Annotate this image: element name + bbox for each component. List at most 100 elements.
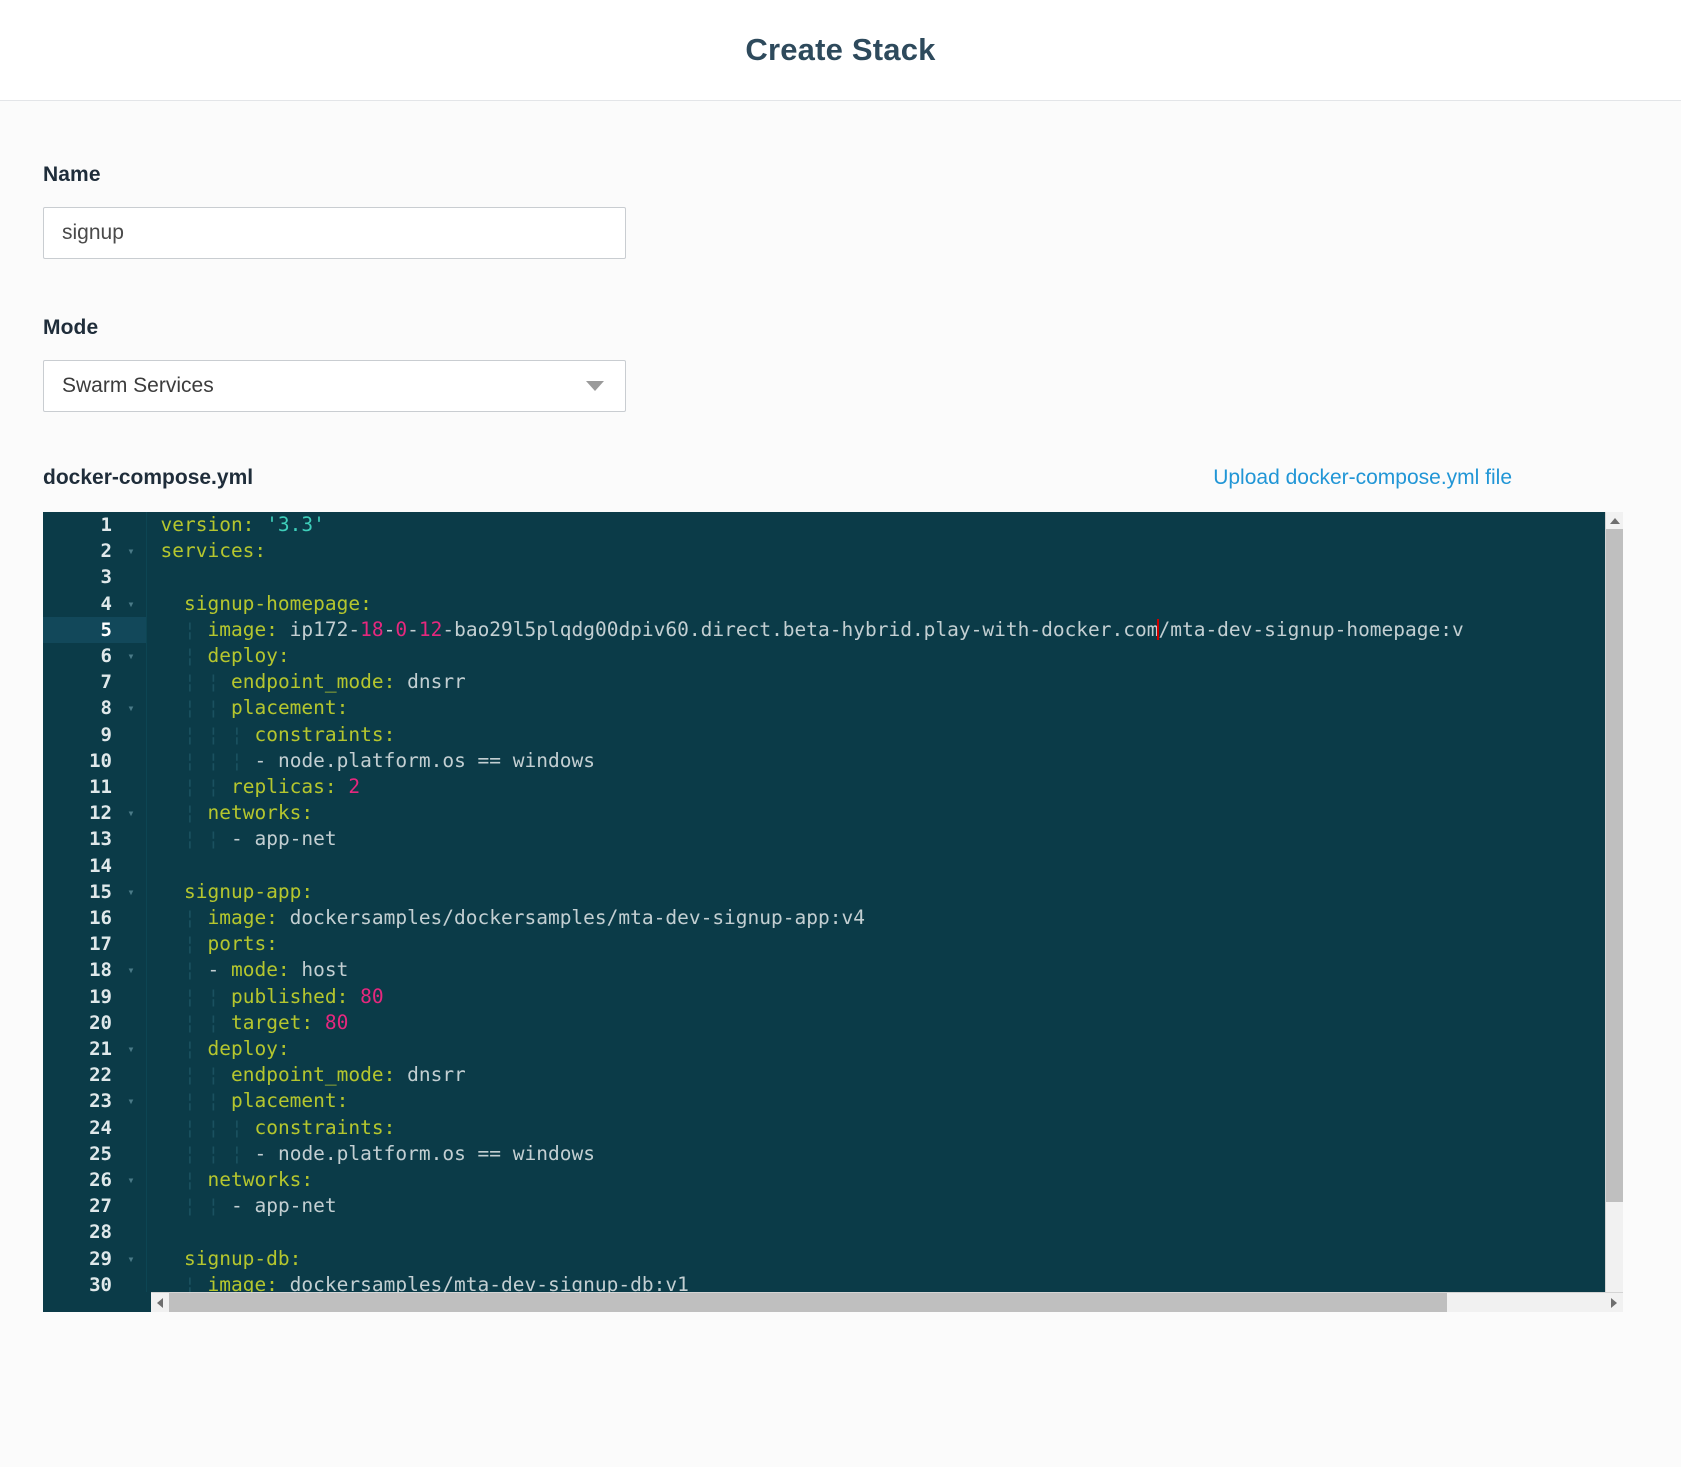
line-number: 3 — [43, 564, 121, 591]
fold-toggle-icon[interactable]: ▾ — [121, 957, 141, 984]
line-number: 21 — [43, 1036, 121, 1063]
scroll-up-button[interactable] — [1606, 512, 1623, 529]
create-stack-form: Name Mode Swarm Services docker-compose.… — [0, 101, 1681, 1312]
code-line[interactable]: 19 ¦ ¦ published: 80 — [43, 983, 1464, 1010]
triangle-right-icon — [1611, 1297, 1617, 1308]
code-line[interactable]: 9 ¦ ¦ ¦ constraints: — [43, 721, 1464, 748]
code-line[interactable]: 22 ¦ ¦ endpoint_mode: dnsrr — [43, 1062, 1464, 1089]
code-line[interactable]: 11 ¦ ¦ replicas: 2 — [43, 774, 1464, 801]
vertical-scroll-thumb[interactable] — [1606, 529, 1623, 1202]
code-line-content[interactable]: ¦ ¦ target: 80 — [146, 1009, 1464, 1037]
code-line-content[interactable]: signup-homepage: — [146, 590, 1464, 617]
fold-toggle-icon[interactable]: ▾ — [121, 1036, 141, 1063]
code-line-content[interactable]: ¦ ¦ - app-net — [146, 1193, 1464, 1220]
fold-toggle-icon[interactable]: ▾ — [121, 590, 141, 617]
code-line[interactable]: 6 ▾ ¦ deploy: — [43, 643, 1464, 670]
fold-toggle-icon[interactable]: ▾ — [121, 1167, 141, 1194]
code-line-content[interactable]: ¦ ports: — [146, 931, 1464, 958]
code-line-content[interactable]: ¦ ¦ published: 80 — [146, 983, 1464, 1010]
code-line-content[interactable] — [146, 1219, 1464, 1246]
code-line[interactable]: 20 ¦ ¦ target: 80 — [43, 1009, 1464, 1037]
code-line[interactable]: 10 ¦ ¦ ¦ - node.platform.os == windows — [43, 747, 1464, 775]
line-number: 9 — [43, 721, 121, 748]
code-line[interactable]: 26 ▾ ¦ networks: — [43, 1167, 1464, 1194]
code-line[interactable]: 2 ▾ services: — [43, 538, 1464, 565]
code-line[interactable]: 23 ▾ ¦ ¦ placement: — [43, 1088, 1464, 1115]
code-line[interactable]: 21 ▾ ¦ deploy: — [43, 1036, 1464, 1063]
code-line[interactable]: 28 — [43, 1219, 1464, 1246]
code-line[interactable]: 27 ¦ ¦ - app-net — [43, 1193, 1464, 1220]
code-line[interactable]: 5 ¦ image: ip172-18-0-12-bao29l5plqdg00d… — [43, 616, 1464, 644]
fold-spacer — [121, 1140, 141, 1168]
line-number: 5 — [43, 616, 121, 644]
horizontal-scroll-thumb[interactable] — [169, 1293, 1447, 1312]
code-line-content[interactable]: version: '3.3' — [146, 512, 1464, 539]
code-line[interactable]: 3 — [43, 564, 1464, 591]
code-line-content[interactable]: ¦ image: dockersamples/dockersamples/mta… — [146, 905, 1464, 932]
upload-compose-file-link[interactable]: Upload docker-compose.yml file — [1213, 466, 1512, 490]
compose-code-editor[interactable]: 1 version: '3.3' 2 ▾ services: 3 4 ▾ signup-ho… — [43, 512, 1623, 1312]
code-line-content[interactable]: ¦ ¦ - app-net — [146, 826, 1464, 853]
line-number: 12 — [43, 800, 121, 827]
code-line-content[interactable]: ¦ networks: — [146, 800, 1464, 827]
code-line-content[interactable]: signup-app: — [146, 878, 1464, 906]
code-line-content[interactable]: ¦ ¦ ¦ constraints: — [146, 1114, 1464, 1141]
code-line[interactable]: 24 ¦ ¦ ¦ constraints: — [43, 1114, 1464, 1141]
code-line-content[interactable]: signup-db: — [146, 1245, 1464, 1272]
code-line-content[interactable]: ¦ ¦ ¦ constraints: — [146, 721, 1464, 748]
code-line[interactable]: 13 ¦ ¦ - app-net — [43, 826, 1464, 853]
editor-gutter-corner — [43, 1292, 151, 1312]
fold-toggle-icon[interactable]: ▾ — [121, 695, 141, 722]
code-line[interactable]: 14 — [43, 852, 1464, 879]
code-line[interactable]: 8 ▾ ¦ ¦ placement: — [43, 695, 1464, 722]
code-line-content[interactable]: ¦ ¦ ¦ - node.platform.os == windows — [146, 747, 1464, 775]
code-line[interactable]: 29 ▾ signup-db: — [43, 1245, 1464, 1272]
code-line[interactable]: 16 ¦ image: dockersamples/dockersamples/… — [43, 905, 1464, 932]
code-line-content[interactable]: ¦ ¦ replicas: 2 — [146, 774, 1464, 801]
line-number: 11 — [43, 774, 121, 801]
fold-spacer — [121, 1062, 141, 1089]
code-line[interactable]: 4 ▾ signup-homepage: — [43, 590, 1464, 617]
code-lines-table[interactable]: 1 version: '3.3' 2 ▾ services: 3 4 ▾ signup-ho… — [43, 512, 1464, 1312]
code-line-content[interactable]: ¦ ¦ endpoint_mode: dnsrr — [146, 1062, 1464, 1089]
code-line[interactable]: 25 ¦ ¦ ¦ - node.platform.os == windows — [43, 1140, 1464, 1168]
code-line-content[interactable] — [146, 564, 1464, 591]
fold-spacer — [121, 1009, 141, 1037]
mode-select-wrapper[interactable]: Swarm Services — [43, 360, 626, 412]
code-line-content[interactable]: ¦ ¦ ¦ - node.platform.os == windows — [146, 1140, 1464, 1168]
code-line[interactable]: 17 ¦ ports: — [43, 931, 1464, 958]
code-line-content[interactable]: ¦ - mode: host — [146, 957, 1464, 984]
scroll-left-button[interactable] — [151, 1293, 169, 1312]
code-line-content[interactable] — [146, 852, 1464, 879]
fold-toggle-icon[interactable]: ▾ — [121, 538, 141, 565]
fold-toggle-icon[interactable]: ▾ — [121, 800, 141, 827]
code-line-content[interactable]: ¦ networks: — [146, 1167, 1464, 1194]
code-line-content[interactable]: ¦ ¦ endpoint_mode: dnsrr — [146, 669, 1464, 696]
line-number: 6 — [43, 643, 121, 670]
stack-name-input[interactable] — [43, 207, 626, 259]
fold-toggle-icon[interactable]: ▾ — [121, 643, 141, 670]
code-line-content[interactable]: services: — [146, 538, 1464, 565]
code-line-content[interactable]: ¦ deploy: — [146, 643, 1464, 670]
fold-toggle-icon[interactable]: ▾ — [121, 878, 141, 906]
code-line[interactable]: 7 ¦ ¦ endpoint_mode: dnsrr — [43, 669, 1464, 696]
line-number: 29 — [43, 1245, 121, 1272]
code-line-content[interactable]: ¦ deploy: — [146, 1036, 1464, 1063]
code-line[interactable]: 1 version: '3.3' — [43, 512, 1464, 539]
code-line-content[interactable]: ¦ ¦ placement: — [146, 695, 1464, 722]
fold-toggle-icon[interactable]: ▾ — [121, 1088, 141, 1115]
editor-vertical-scrollbar[interactable] — [1605, 512, 1623, 1294]
horizontal-scroll-track[interactable] — [169, 1293, 1605, 1312]
editor-horizontal-scrollbar[interactable] — [151, 1292, 1623, 1312]
editor-viewport[interactable]: 1 version: '3.3' 2 ▾ services: 3 4 ▾ signup-ho… — [43, 512, 1605, 1312]
code-line[interactable]: 12 ▾ ¦ networks: — [43, 800, 1464, 827]
line-number: 7 — [43, 669, 121, 696]
fold-toggle-icon[interactable]: ▾ — [121, 1245, 141, 1272]
line-number: 19 — [43, 983, 121, 1010]
code-line-content[interactable]: ¦ ¦ placement: — [146, 1088, 1464, 1115]
code-line-content[interactable]: ¦ image: ip172-18-0-12-bao29l5plqdg00dpi… — [146, 616, 1464, 644]
scroll-right-button[interactable] — [1605, 1293, 1623, 1312]
code-line[interactable]: 18 ▾ ¦ - mode: host — [43, 957, 1464, 984]
code-line[interactable]: 15 ▾ signup-app: — [43, 878, 1464, 906]
mode-select[interactable]: Swarm Services — [43, 360, 626, 412]
